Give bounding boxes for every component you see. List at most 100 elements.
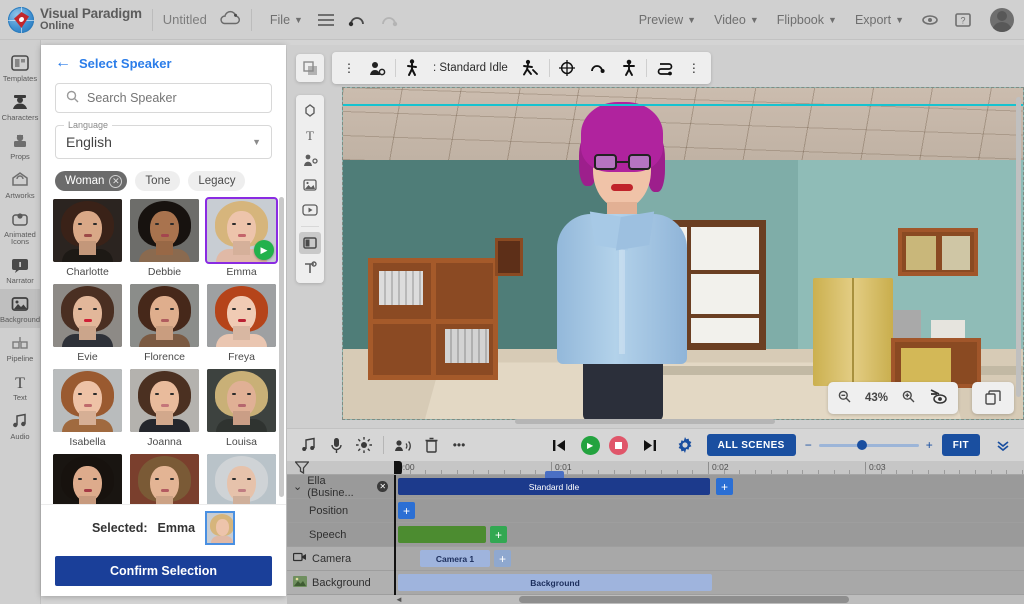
animation-label[interactable]: : Standard Idle [426,62,515,74]
add-clip-button[interactable]: + [716,478,733,495]
image-tool-icon[interactable] [299,174,321,196]
sidebar-item-text[interactable]: T Text [0,367,41,406]
speaker-card[interactable] [130,454,199,504]
track-name-ella[interactable]: ⌄ Ella (Busine... ✕ [287,475,394,499]
chevron-double-down-icon[interactable] [990,432,1016,458]
timeline-lane[interactable]: + [394,499,1024,523]
speaker-thumbnail[interactable] [53,284,122,347]
skip-next-icon[interactable] [637,432,663,458]
panel-scrollbar[interactable] [279,197,284,497]
shape-icon[interactable] [299,99,321,121]
expand-chevron-icon[interactable]: ⌄ [293,480,302,493]
speaker-thumbnail[interactable] [207,454,276,504]
speaker-card[interactable]: Debbie [130,199,199,278]
timeline-clip[interactable]: Camera 1 [420,550,490,567]
sidebar-item-narrator[interactable]: Narrator [0,250,41,289]
plus-icon[interactable]: + [926,438,933,452]
undo-icon[interactable] [341,13,373,27]
speaker-thumbnail[interactable]: ▶ [207,199,276,262]
more-vertical-icon[interactable]: ⋮ [681,61,707,75]
menu-flipbook[interactable]: Flipbook ▼ [769,13,845,27]
help-icon[interactable]: ? [948,12,978,28]
rotate-icon[interactable] [582,61,614,75]
confirm-selection-button[interactable]: Confirm Selection [55,556,272,586]
close-circle-icon[interactable]: ✕ [109,175,122,188]
action-pose-icon[interactable] [515,59,547,77]
minus-icon[interactable]: − [805,438,812,452]
zoom-out-icon[interactable] [838,390,851,406]
sidebar-item-pipeline[interactable]: Pipeline [0,328,41,367]
menu-file[interactable]: File ▼ [262,13,311,27]
menu-video[interactable]: Video ▼ [706,13,767,27]
zoom-in-icon[interactable] [902,390,915,406]
search-input[interactable] [87,91,261,105]
speaker-card[interactable]: Charlotte [53,199,122,278]
hamburger-menu-icon[interactable] [311,13,341,27]
sidebar-item-animated-icons[interactable]: Animated Icons [0,204,41,251]
more-vertical-icon[interactable]: ⋮ [336,61,362,75]
duplicate-icon[interactable] [972,382,1014,414]
panel-tool-icon[interactable] [299,232,321,254]
timeline-lane[interactable]: + [394,523,1024,547]
speaker-thumbnail[interactable] [130,454,199,504]
track-menu-icon[interactable]: ✕ [377,481,388,492]
track-name-camera[interactable]: Camera [287,547,394,571]
walk-pose-icon[interactable] [398,59,426,77]
speaker-thumbnail[interactable] [130,199,199,262]
scrollbar-thumb[interactable] [519,596,849,603]
sidebar-item-templates[interactable]: Templates [0,48,41,87]
sidebar-item-background[interactable]: Background [0,289,41,328]
music-note-icon[interactable] [295,432,321,458]
stage-horizontal-scrollbar[interactable] [515,419,775,424]
add-clip-button[interactable]: + [490,526,507,543]
menu-preview[interactable]: Preview ▼ [631,13,704,27]
select-object-icon[interactable] [296,54,324,82]
video-tool-icon[interactable] [299,199,321,221]
skip-previous-icon[interactable] [546,432,572,458]
speaker-card[interactable] [207,454,276,504]
speaker-thumbnail[interactable] [53,454,122,504]
add-clip-button[interactable]: + [494,550,511,567]
clip-marker-tab[interactable] [545,471,564,478]
track-name-position[interactable]: Position [287,499,394,523]
character-tool-icon[interactable] [299,149,321,171]
selected-thumbnail[interactable] [205,511,235,545]
scroll-left-arrow-icon[interactable]: ◄ [395,595,403,604]
app-logo[interactable]: Visual Paradigm Online [0,7,142,33]
timeline-ticks[interactable]: 0:000:010:020:03 [394,461,1024,474]
document-title[interactable]: Untitled [163,12,207,27]
menu-export[interactable]: Export ▼ [847,13,912,27]
add-clip-button[interactable]: + [398,502,415,519]
chip-woman[interactable]: Woman ✕ [55,171,127,191]
brightness-icon[interactable] [351,432,377,458]
speaker-thumbnail[interactable] [130,284,199,347]
language-select[interactable]: Language English ▼ [55,125,272,159]
pen-tool-icon[interactable] [299,257,321,279]
speaker-thumbnail[interactable] [53,199,122,262]
timeline-lane[interactable]: Standard Idle+ [394,475,1024,499]
eye-icon[interactable] [914,13,946,27]
speaker-card[interactable]: Freya [207,284,276,363]
stop-record-button[interactable] [609,436,628,455]
microphone-icon[interactable] [323,432,349,458]
target-icon[interactable] [552,60,582,76]
speaker-thumbnail[interactable] [207,284,276,347]
track-name-speech[interactable]: Speech [287,523,394,547]
speaker-card[interactable]: ▶Emma [207,199,276,278]
chip-tone[interactable]: Tone [135,171,180,191]
playhead-handle[interactable] [394,461,402,474]
sidebar-item-audio[interactable]: Audio [0,406,41,445]
character-settings-icon[interactable] [362,60,393,77]
timeline-playhead[interactable] [394,475,396,595]
scene-character-ella[interactable] [531,102,711,420]
more-horizontal-icon[interactable]: ••• [446,432,472,458]
speaker-card[interactable]: Florence [130,284,199,363]
speaker-thumbnail[interactable] [207,369,276,432]
timeline-clip[interactable]: Background [398,574,712,591]
speaker-card[interactable]: Evie [53,284,122,363]
pose-icon[interactable] [614,59,644,77]
text-tool-icon[interactable]: T [299,124,321,146]
timeline-clip[interactable] [398,526,486,543]
timeline-lanes[interactable]: Standard Idle+++Camera 1+Background [394,475,1024,595]
play-button[interactable]: ▶ [581,436,600,455]
